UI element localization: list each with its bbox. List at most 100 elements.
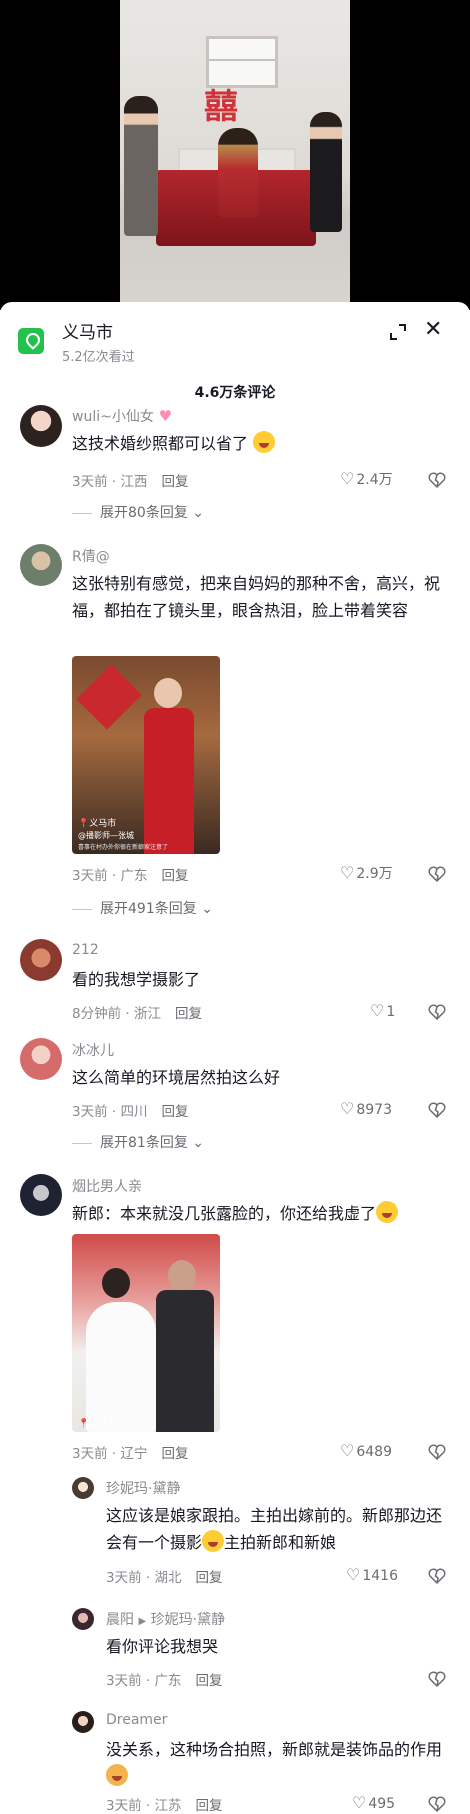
comment-username[interactable]: 212: [72, 942, 99, 958]
reply-button[interactable]: 回复: [195, 1798, 222, 1814]
like-button[interactable]: ♡ 2.4万: [340, 469, 393, 489]
broken-heart-icon[interactable]: [428, 1101, 446, 1119]
broken-heart-icon[interactable]: [428, 471, 446, 489]
expand-replies[interactable]: 展开491条回复 ⌄: [72, 898, 213, 918]
avatar[interactable]: [20, 1038, 62, 1080]
like-count: 1416: [362, 1568, 398, 1584]
location-title[interactable]: 义马市: [62, 318, 113, 343]
avatar[interactable]: [72, 1477, 94, 1499]
comment-username[interactable]: R倩@: [72, 546, 110, 566]
comment-region: 广东: [120, 868, 148, 884]
broken-heart-icon[interactable]: [428, 1795, 446, 1813]
location-header[interactable]: 义马市 5.2亿次看过 ✕: [0, 302, 470, 365]
avatar[interactable]: [20, 939, 62, 981]
reply-username[interactable]: 晨阳 ▶ 珍妮玛·黛静: [106, 1609, 225, 1629]
chevron-down-icon: ⌄: [192, 505, 205, 521]
image-mother-dress: [144, 708, 194, 854]
comment-count: 4.6万条评论: [194, 385, 276, 401]
comment-text: 这技术婚纱照都可以省了: [72, 430, 452, 457]
like-button[interactable]: ♡ 1416: [346, 1565, 398, 1584]
expand-replies-label[interactable]: 展开81条回复: [100, 1135, 188, 1151]
image-watermark: 📍义马市: [78, 1419, 117, 1429]
reply-username[interactable]: Dreamer: [106, 1712, 167, 1728]
comment-username[interactable]: 冰冰儿: [72, 1040, 114, 1060]
image-caption: @播影师—张城: [78, 831, 134, 840]
divider-dash: [72, 1142, 92, 1144]
reply-text-content: 没关系，这种场合拍照，新郎就是装饰品的作用: [106, 1740, 443, 1759]
avatar[interactable]: [72, 1711, 94, 1733]
reply-username-text[interactable]: 晨阳: [106, 1612, 134, 1628]
comment-username[interactable]: wuli~小仙女 ♥: [72, 406, 172, 426]
reply-to-username[interactable]: 珍妮玛·黛静: [151, 1612, 225, 1628]
reply-text-part2: 主拍新郎和新娘: [224, 1533, 337, 1552]
broken-heart-icon[interactable]: [428, 1443, 446, 1461]
expand-corners-icon[interactable]: [388, 322, 408, 342]
broken-heart-icon[interactable]: [428, 1567, 446, 1585]
broken-heart-icon[interactable]: [428, 1003, 446, 1021]
comment-text: 这么简单的环境居然拍这么好: [72, 1068, 281, 1087]
reply-meta: 3天前 · 广东 回复: [106, 1673, 223, 1689]
comment-image-mother[interactable]: 📍义马市 @播影师—张城 喜事在村办外你很在新娘家注意了: [72, 656, 220, 854]
reply-button[interactable]: 回复: [161, 474, 188, 490]
expand-replies-label[interactable]: 展开80条回复: [100, 505, 188, 521]
username-text[interactable]: wuli~小仙女: [72, 409, 154, 425]
divider-dash: [72, 908, 92, 910]
image-red-banner: [76, 664, 142, 730]
avatar[interactable]: [20, 405, 62, 447]
reply-button[interactable]: 回复: [161, 1104, 188, 1120]
comment-text: 新郎：本来就没几张露脸的，你还给我虚了: [72, 1200, 462, 1227]
broken-heart-icon[interactable]: [428, 1670, 446, 1688]
expand-replies-label[interactable]: 展开491条回复: [100, 901, 197, 917]
crying-emoji-icon: [376, 1201, 399, 1223]
comment-meta: 3天前 · 江西 回复: [72, 474, 189, 490]
video-guest-right: [310, 112, 342, 232]
comment-time: 3天前: [72, 1446, 108, 1462]
reply-button[interactable]: 回复: [195, 1673, 222, 1689]
reply-button[interactable]: 回复: [161, 1446, 188, 1462]
like-button[interactable]: ♡ 1: [370, 1001, 395, 1020]
like-button[interactable]: ♡ 495: [352, 1793, 395, 1812]
location-pin-icon: [18, 328, 44, 354]
cat-emoji-icon: [106, 1764, 128, 1786]
comment-time: 3天前: [72, 474, 108, 490]
pink-heart-icon: ♥: [153, 407, 173, 425]
divider-dash: [72, 512, 92, 514]
video-frame-bedroom: 囍: [120, 0, 350, 310]
expand-replies[interactable]: 展开80条回复 ⌄: [72, 502, 204, 522]
like-button[interactable]: ♡ 2.9万: [340, 863, 393, 883]
image-groom-face: [168, 1260, 196, 1292]
comment-sheet: 义马市 5.2亿次看过 ✕ 4.6万条评论 wuli~小仙女 ♥ 这技术婚纱照都…: [0, 302, 470, 1814]
reply-region: 江苏: [154, 1798, 182, 1814]
reply-button[interactable]: 回复: [161, 868, 188, 884]
reply-time: 3天前: [106, 1798, 142, 1814]
video-player[interactable]: 囍: [0, 0, 470, 310]
avatar[interactable]: [20, 1174, 62, 1216]
reply-text: 看你评论我想哭: [106, 1637, 219, 1656]
broken-heart-icon[interactable]: [428, 865, 446, 883]
like-button[interactable]: ♡ 6489: [340, 1441, 392, 1460]
comment-time: 3天前: [72, 1104, 108, 1120]
comment-meta: 3天前 · 四川 回复: [72, 1104, 189, 1120]
avatar[interactable]: [72, 1608, 94, 1630]
comment-time: 8分钟前: [72, 1006, 122, 1022]
like-count: 2.9万: [356, 866, 393, 882]
comment-text: 这张特别有感觉，把来自妈妈的那种不舍，高兴，祝福，都拍在了镜头里，眼含热泪，脸上…: [72, 574, 441, 620]
comment-image-couple[interactable]: 📍义马市: [72, 1234, 220, 1432]
like-count: 8973: [356, 1102, 392, 1118]
comment-username[interactable]: 烟比男人亲: [72, 1176, 142, 1196]
heart-icon: ♡: [370, 1001, 385, 1020]
reply-text: 没关系，这种场合拍照，新郎就是装饰品的作用: [106, 1736, 456, 1790]
reply-button[interactable]: 回复: [195, 1570, 222, 1586]
avatar[interactable]: [20, 544, 62, 586]
laughing-tears-emoji-icon: [253, 431, 276, 453]
video-window: [206, 36, 278, 88]
location-views: 5.2亿次看过: [62, 350, 135, 365]
reply-text: 这应该是娘家跟拍。主拍出嫁前的。新郎那边还会有一个摄影 主拍新郎和新娘: [106, 1502, 456, 1556]
reply-meta: 3天前 · 江苏 回复: [106, 1798, 223, 1814]
reply-button[interactable]: 回复: [175, 1006, 202, 1022]
close-icon[interactable]: ✕: [424, 318, 442, 342]
expand-replies[interactable]: 展开81条回复 ⌄: [72, 1132, 204, 1152]
like-button[interactable]: ♡ 8973: [340, 1099, 392, 1118]
reply-username[interactable]: 珍妮玛·黛静: [106, 1478, 180, 1498]
comment-text: 看的我想学摄影了: [72, 970, 201, 989]
